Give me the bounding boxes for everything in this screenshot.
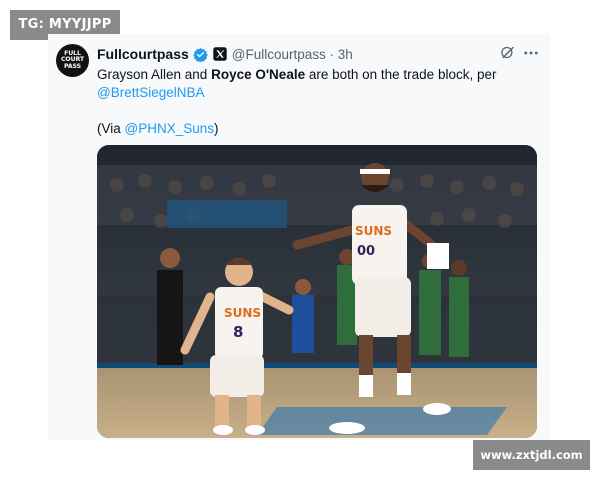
- left-jersey-number: 8: [233, 323, 243, 341]
- tweet-text-part: Grayson Allen and: [97, 67, 212, 82]
- right-jersey-team: SUNS: [355, 224, 392, 238]
- site-watermark: www.zxtjdl.com: [473, 440, 590, 470]
- via-mention-link[interactable]: @PHNX_Suns: [125, 121, 215, 136]
- tweet-header: Fullcourtpass @Fullcourtpass · 3h: [97, 44, 353, 64]
- display-name[interactable]: Fullcourtpass: [97, 46, 189, 62]
- tweet-line-1: Grayson Allen and Royce O'Neale are both…: [97, 66, 537, 84]
- left-jersey-team: SUNS: [224, 306, 261, 320]
- via-close: ): [214, 121, 219, 136]
- more-icon[interactable]: [522, 44, 540, 62]
- tweet-line-2: @BrettSiegelNBA: [97, 84, 537, 102]
- x-logo-icon: [213, 47, 227, 61]
- avatar[interactable]: FULL COURT PASS: [56, 44, 89, 77]
- tweet-card[interactable]: FULL COURT PASS Fullcourtpass @Fullcourt…: [48, 34, 550, 440]
- right-jersey-number: 00: [357, 244, 375, 259]
- tweet-photo[interactable]: SUNS 8 SUNS 00: [97, 145, 537, 438]
- tweet-bold-name: Royce O'Neale: [211, 67, 306, 82]
- handle-time: @Fullcourtpass · 3h: [231, 46, 353, 62]
- tweet-line-4: (Via @PHNX_Suns): [97, 120, 537, 138]
- via-open: (Via: [97, 121, 125, 136]
- basketball-photo-illustration: SUNS 8 SUNS 00: [97, 145, 537, 438]
- tweet-text-part: are both on the trade block, per: [305, 67, 497, 82]
- verified-icon: [193, 47, 208, 62]
- mention-link[interactable]: @BrettSiegelNBA: [97, 85, 205, 100]
- grok-icon[interactable]: [500, 45, 515, 60]
- avatar-line: PASS: [64, 62, 81, 70]
- tweet-text: Grayson Allen and Royce O'Neale are both…: [97, 66, 537, 138]
